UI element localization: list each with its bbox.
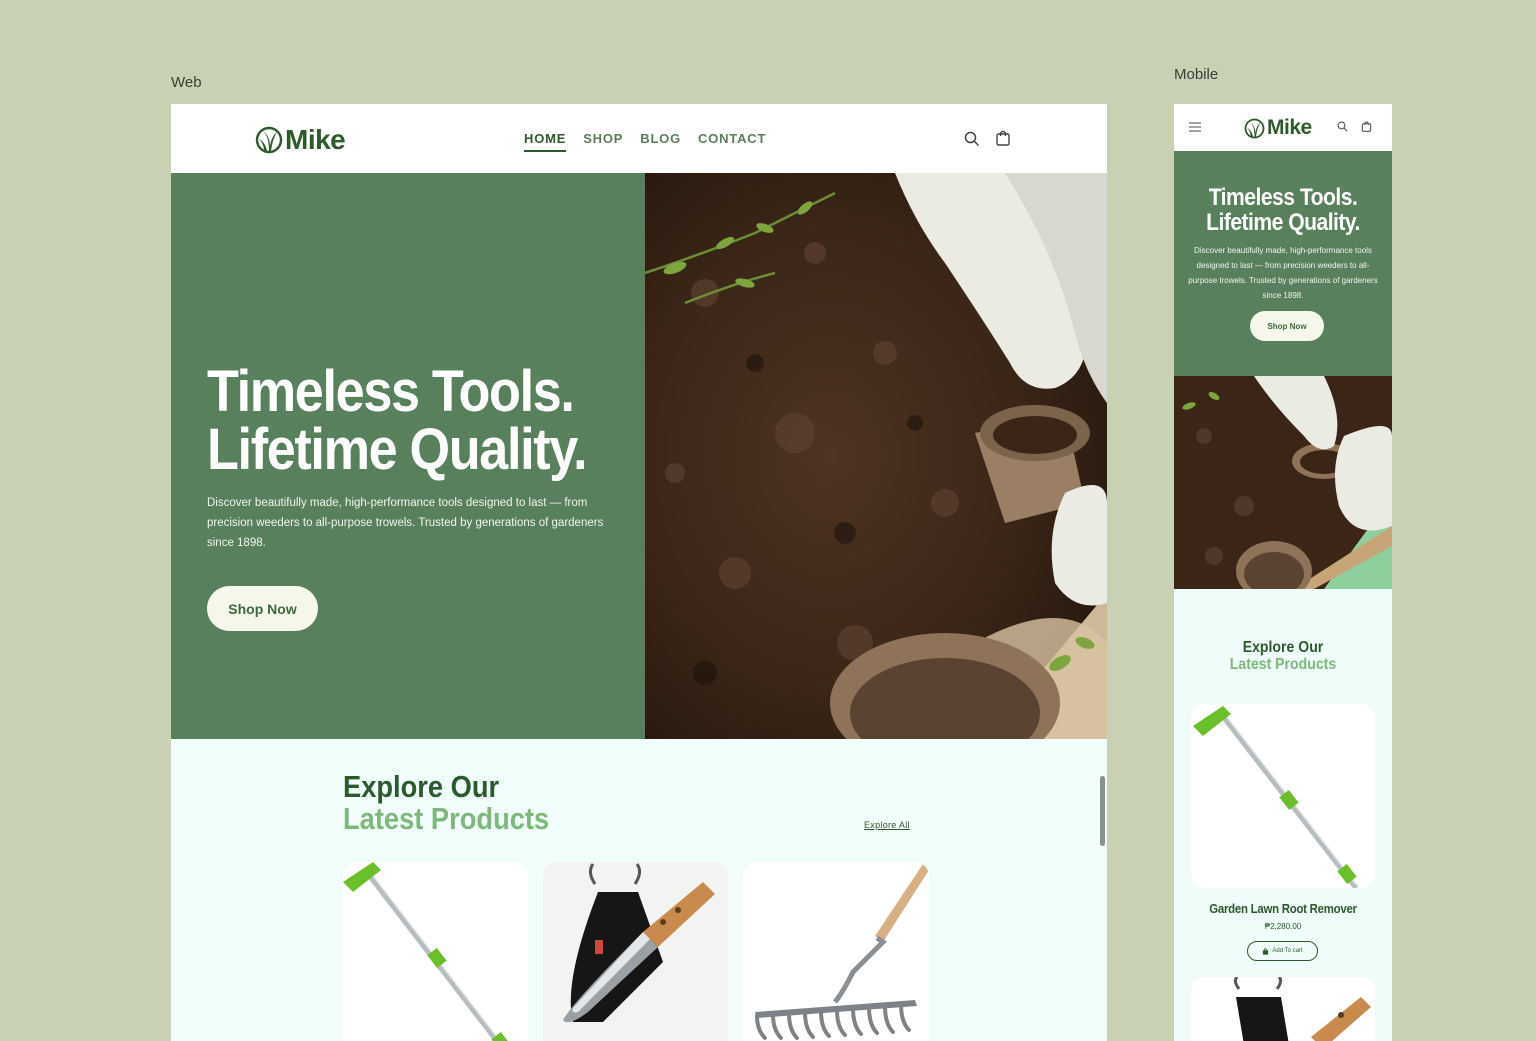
- nav-shop[interactable]: SHOP: [583, 131, 623, 152]
- cart-icon[interactable]: [1360, 120, 1373, 133]
- root-remover-image: [1193, 706, 1358, 888]
- hero-panel: Timeless Tools. Lifetime Quality. Discov…: [1174, 151, 1392, 376]
- search-icon[interactable]: [963, 130, 981, 148]
- main-menu: HOME SHOP BLOG CONTACT: [524, 131, 766, 152]
- mobile-frame-label: Mobile: [1174, 66, 1219, 83]
- nav-home[interactable]: HOME: [524, 131, 567, 152]
- product-card[interactable]: [343, 862, 528, 1041]
- web-mockup: Mike HOME SHOP BLOG CONTACT Timeless Too…: [171, 104, 1107, 1041]
- page-scrollbar[interactable]: [1100, 776, 1105, 846]
- header-nav: Mike HOME SHOP BLOG CONTACT: [171, 104, 1107, 173]
- brand-logo[interactable]: Mike: [1244, 116, 1312, 140]
- search-icon[interactable]: [1336, 120, 1349, 133]
- product-card[interactable]: [543, 862, 728, 1041]
- hero-title: Timeless Tools. Lifetime Quality.: [1206, 184, 1360, 236]
- web-frame-label: Web: [171, 74, 202, 91]
- products-section-title: Explore Our Latest Products: [343, 769, 550, 836]
- products-section-title: Explore Our Latest Products: [1229, 639, 1337, 673]
- mobile-mockup: Mike Timeless Tools. Lifetime Quality. D…: [1174, 104, 1392, 1041]
- nav-blog[interactable]: BLOG: [640, 131, 681, 152]
- product-card[interactable]: [743, 862, 929, 1041]
- hero-image-gardening: [645, 173, 1107, 739]
- hero-title: Timeless Tools. Lifetime Quality.: [207, 359, 588, 482]
- explore-all-link[interactable]: Explore All: [864, 820, 910, 830]
- shop-now-button[interactable]: Shop Now: [207, 586, 318, 631]
- brand-name: Mike: [1267, 116, 1312, 139]
- menu-icon[interactable]: [1188, 120, 1202, 134]
- leaf-logo-icon: [255, 126, 283, 154]
- leaf-logo-icon: [1244, 118, 1265, 138]
- nav-contact[interactable]: CONTACT: [698, 131, 766, 152]
- mobile-header-nav: Mike: [1174, 104, 1392, 151]
- add-to-cart-button[interactable]: Add To cart: [1247, 941, 1318, 961]
- product-card[interactable]: [1191, 704, 1375, 888]
- garden-rake-image: [755, 864, 929, 1040]
- product-price: ₱2,280.00: [1264, 922, 1302, 931]
- hero-image-gardening: [1174, 376, 1392, 589]
- hero-description: Discover beautifully made, high-performa…: [1188, 246, 1378, 300]
- root-remover-image: [343, 862, 511, 1041]
- hori-hori-knife-image: [543, 862, 728, 1041]
- product-card[interactable]: [1191, 977, 1375, 1041]
- hori-hori-knife-image: [1233, 977, 1371, 1041]
- cart-icon[interactable]: [994, 129, 1012, 147]
- brand-name: Mike: [285, 124, 346, 155]
- add-to-cart-label: Add To cart: [1272, 948, 1303, 954]
- brand-logo[interactable]: Mike: [255, 124, 346, 156]
- product-name[interactable]: Garden Lawn Root Remover: [1187, 901, 1379, 916]
- bag-icon: [1263, 947, 1269, 955]
- hero-description: Discover beautifully made, high-performa…: [207, 497, 604, 549]
- shop-now-button[interactable]: Shop Now: [1250, 311, 1324, 341]
- hero-panel: Timeless Tools. Lifetime Quality. Discov…: [171, 173, 645, 739]
